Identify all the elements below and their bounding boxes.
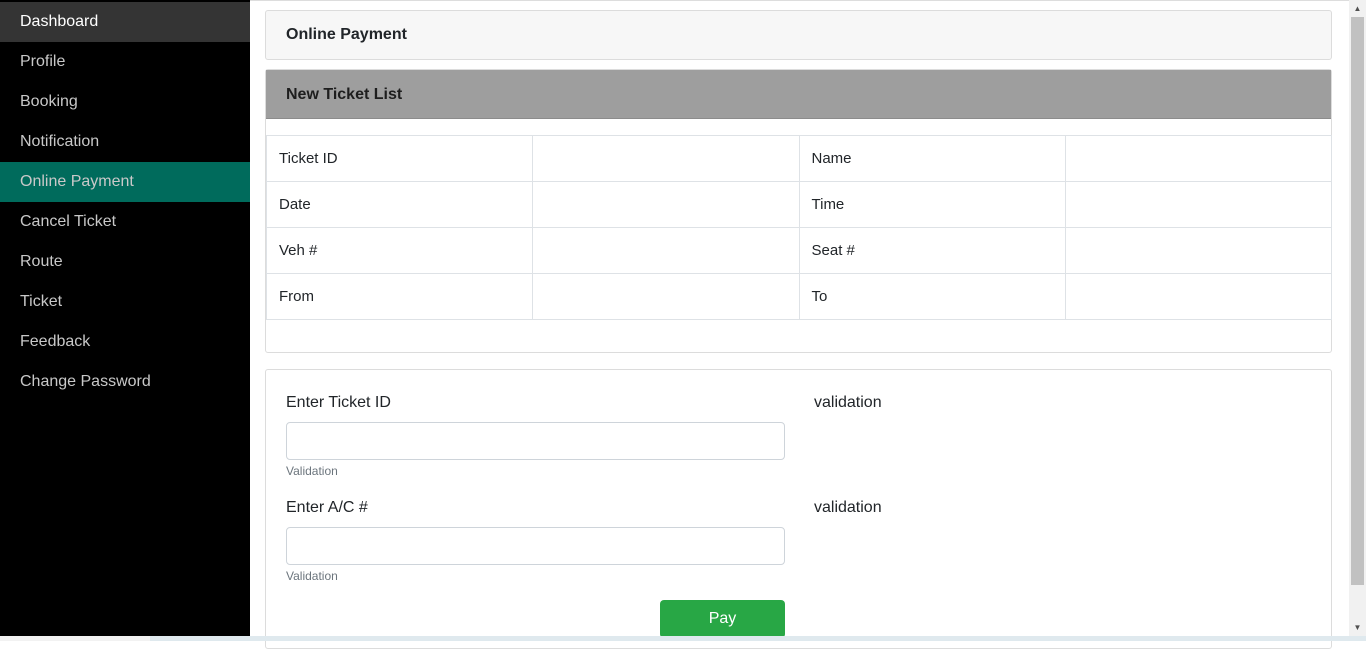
ticket-list-card: New Ticket List Ticket ID Name Date Time… [265, 69, 1333, 353]
payment-form-card: Enter Ticket ID validation Validation En… [265, 369, 1332, 649]
sidebar-item-booking[interactable]: Booking [0, 82, 250, 122]
ticket-id-value [532, 135, 800, 182]
sidebar-item-online-payment[interactable]: Online Payment [0, 162, 250, 202]
account-input[interactable] [286, 527, 785, 565]
top-divider [250, 0, 1349, 1]
sidebar-item-cancel-ticket[interactable]: Cancel Ticket [0, 202, 250, 242]
sidebar-item-ticket[interactable]: Ticket [0, 282, 250, 322]
seat-label: Seat # [798, 227, 1066, 274]
ticket-id-input[interactable] [286, 422, 785, 460]
date-value [532, 181, 800, 228]
ticket-list-title: New Ticket List [266, 70, 1331, 119]
ticket-id-side-validation: validation [814, 394, 882, 411]
name-value [1064, 135, 1333, 182]
time-label: Time [798, 181, 1066, 228]
sidebar-item-profile[interactable]: Profile [0, 42, 250, 82]
scroll-down-arrow-icon[interactable]: ▼ [1349, 619, 1366, 636]
time-value [1064, 181, 1333, 228]
ticket-id-label: Ticket ID [265, 135, 534, 182]
ticket-table: Ticket ID Name Date Time Veh # Seat # Fr… [265, 135, 1333, 320]
to-label: To [798, 273, 1066, 320]
vehicle-label: Veh # [265, 227, 534, 274]
bottom-strip [0, 636, 1366, 641]
scroll-up-arrow-icon[interactable]: ▲ [1349, 0, 1366, 17]
page-title: Online Payment [286, 26, 407, 43]
account-field-label: Enter A/C # [286, 499, 368, 516]
pay-button[interactable]: Pay [660, 600, 785, 638]
ticket-id-field-label: Enter Ticket ID [286, 394, 391, 411]
sidebar-item-route[interactable]: Route [0, 242, 250, 282]
name-label: Name [798, 135, 1066, 182]
sidebar-item-feedback[interactable]: Feedback [0, 322, 250, 362]
sidebar-item-notification[interactable]: Notification [0, 122, 250, 162]
sidebar-item-dashboard[interactable]: Dashboard [0, 2, 250, 42]
account-validation-text: Validation [286, 569, 338, 583]
scroll-thumb[interactable] [1351, 17, 1364, 585]
seat-value [1064, 227, 1333, 274]
ticket-id-validation-text: Validation [286, 464, 338, 478]
from-label: From [265, 273, 534, 320]
table-row: Veh # Seat # [265, 227, 1333, 274]
sidebar-item-change-password[interactable]: Change Password [0, 362, 250, 402]
table-row: Date Time [265, 181, 1333, 228]
sidebar: Dashboard Profile Booking Notification O… [0, 0, 250, 636]
table-row: From To [265, 273, 1333, 320]
account-side-validation: validation [814, 499, 882, 516]
page-header-card: Online Payment [265, 10, 1332, 60]
vehicle-value [532, 227, 800, 274]
vertical-scrollbar[interactable]: ▲ ▼ [1349, 0, 1366, 636]
to-value [1064, 273, 1333, 320]
table-row: Ticket ID Name [265, 135, 1333, 182]
date-label: Date [265, 181, 534, 228]
from-value [532, 273, 800, 320]
